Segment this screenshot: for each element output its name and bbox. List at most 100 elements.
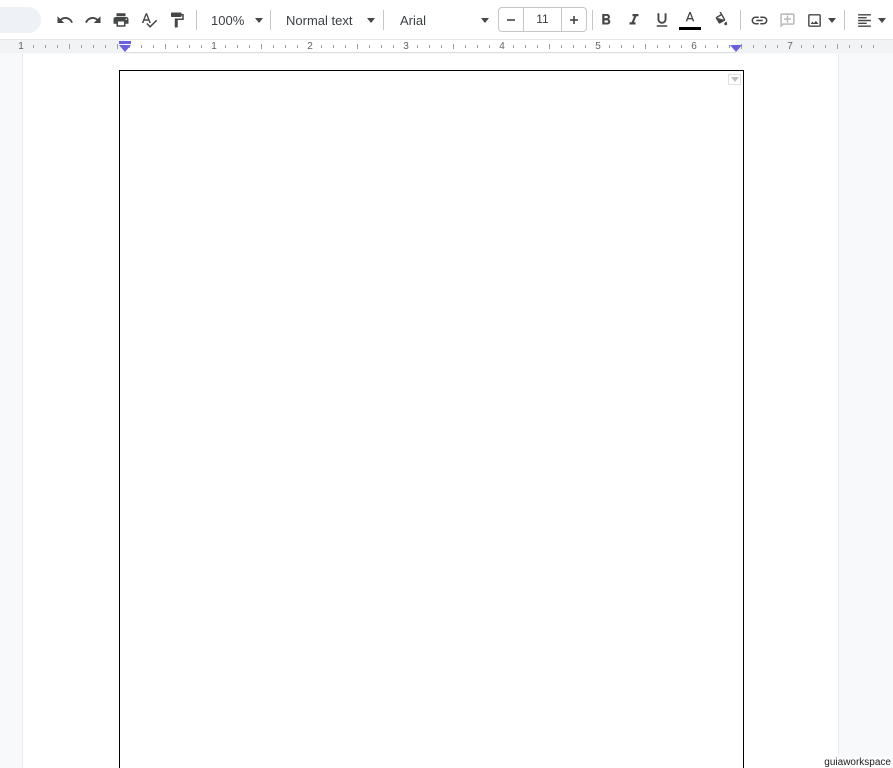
toolbar-separator xyxy=(844,10,845,30)
ruler-tick xyxy=(81,45,82,48)
print-button[interactable] xyxy=(108,7,134,33)
undo-button[interactable] xyxy=(52,7,78,33)
ruler-tick xyxy=(69,44,70,49)
ruler-tick xyxy=(261,44,262,49)
ruler-tick xyxy=(321,45,322,48)
ruler-tick xyxy=(57,45,58,48)
paint-format-button[interactable] xyxy=(164,7,190,33)
highlight-color-button[interactable] xyxy=(708,7,734,33)
paragraph-style-value: Normal text xyxy=(286,12,353,28)
ruler-tick xyxy=(153,45,154,48)
font-size-control: 11 xyxy=(498,7,587,32)
ruler-tick xyxy=(93,45,94,48)
ruler-tick xyxy=(105,45,106,48)
redo-button[interactable] xyxy=(80,7,106,33)
text-color-button[interactable] xyxy=(677,7,703,33)
horizontal-ruler[interactable]: 1 1 2 3 4 5 6 7 xyxy=(0,39,893,53)
ruler-tick xyxy=(333,45,334,48)
ruler-number: 2 xyxy=(307,41,313,52)
search-menus-box[interactable] xyxy=(0,7,41,33)
ruler-tick xyxy=(237,45,238,48)
ruler-tick xyxy=(417,45,418,48)
ruler-tick xyxy=(285,45,286,48)
increase-font-size-button[interactable] xyxy=(562,8,586,31)
add-comment-icon xyxy=(779,12,795,28)
bold-button[interactable] xyxy=(593,7,619,33)
ruler-tick xyxy=(873,45,874,48)
chevron-down-icon xyxy=(878,18,886,23)
highlighter-icon xyxy=(715,11,727,25)
ruler-tick xyxy=(765,45,766,48)
watermark: guiaworkspace xyxy=(824,757,891,768)
ruler-tick xyxy=(837,44,838,49)
ruler-right-margin xyxy=(736,40,893,53)
spellcheck-button[interactable] xyxy=(136,7,162,33)
chevron-down-icon xyxy=(367,18,375,23)
ruler-number: 5 xyxy=(595,41,601,52)
first-line-indent-handle[interactable] xyxy=(119,41,131,44)
ruler-tick xyxy=(273,45,274,48)
zoom-select[interactable]: 100% xyxy=(205,7,263,33)
add-comment-button[interactable] xyxy=(774,7,800,33)
ruler-number: 4 xyxy=(499,41,505,52)
ruler-tick xyxy=(681,45,682,48)
text-color-icon xyxy=(685,12,695,22)
font-size-input[interactable]: 11 xyxy=(523,8,562,31)
ruler-tick xyxy=(717,45,718,48)
toolbar-separator xyxy=(383,10,384,30)
ruler-tick xyxy=(141,45,142,48)
ruler-tick xyxy=(861,45,862,48)
undo-icon xyxy=(57,16,73,23)
paint-format-icon xyxy=(171,12,184,28)
insert-image-button[interactable] xyxy=(802,7,838,33)
ruler-tick xyxy=(357,44,358,49)
ruler-tick xyxy=(621,45,622,48)
ruler-tick xyxy=(165,44,166,49)
ruler-tick xyxy=(537,45,538,48)
underline-button[interactable] xyxy=(649,7,675,33)
ruler-tick xyxy=(345,45,346,48)
ruler-tick xyxy=(249,45,250,48)
ruler-tick xyxy=(429,45,430,48)
ruler-number: 3 xyxy=(403,41,409,52)
page-options-toggle[interactable] xyxy=(728,74,741,85)
ruler-tick xyxy=(381,45,382,48)
left-indent-handle[interactable] xyxy=(119,45,131,52)
toolbar: 100% Normal text Arial 11 xyxy=(0,0,893,39)
image-icon xyxy=(808,13,821,27)
ruler-tick xyxy=(657,45,658,48)
ruler-tick xyxy=(297,45,298,48)
ruler-tick xyxy=(33,45,34,48)
print-icon xyxy=(113,13,129,27)
ruler-tick xyxy=(177,45,178,48)
italic-icon xyxy=(629,14,639,25)
ruler-tick xyxy=(645,44,646,49)
ruler-tick xyxy=(225,45,226,48)
decrease-font-size-button[interactable] xyxy=(499,8,523,31)
align-button[interactable] xyxy=(852,7,888,33)
ruler-tick xyxy=(489,45,490,48)
chevron-down-icon xyxy=(481,18,489,23)
ruler-tick xyxy=(813,45,814,48)
right-indent-handle[interactable] xyxy=(730,45,742,52)
italic-button[interactable] xyxy=(621,7,647,33)
ruler-tick xyxy=(609,45,610,48)
bold-icon xyxy=(602,14,611,25)
chevron-down-icon xyxy=(828,18,836,23)
document-page[interactable] xyxy=(119,70,744,768)
ruler-tick xyxy=(453,44,454,49)
ruler-tick xyxy=(201,45,202,48)
font-family-select[interactable]: Arial xyxy=(394,7,489,33)
ruler-tick xyxy=(669,45,670,48)
redo-icon xyxy=(85,16,101,23)
insert-link-button[interactable] xyxy=(746,7,772,33)
ruler-tick xyxy=(801,45,802,48)
chevron-down-icon xyxy=(255,18,263,23)
ruler-tick xyxy=(585,45,586,48)
ruler-tick xyxy=(633,45,634,48)
paragraph-style-select[interactable]: Normal text xyxy=(280,7,375,33)
spellcheck-icon xyxy=(141,13,158,28)
toolbar-separator xyxy=(740,10,741,30)
ruler-tick xyxy=(465,45,466,48)
ruler-tick xyxy=(189,45,190,48)
